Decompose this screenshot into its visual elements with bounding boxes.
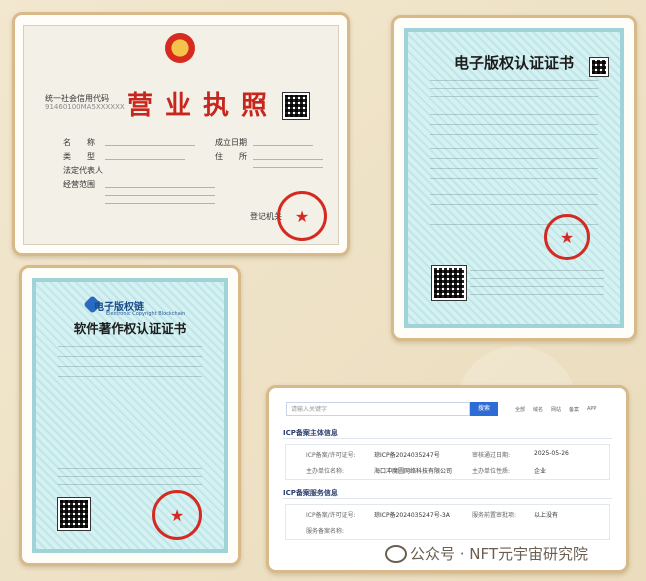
cert-row [58, 376, 202, 377]
software-seal-icon: ★ [152, 490, 202, 540]
cert-row [58, 346, 202, 347]
pre-approval-label: 服务前置审批项: [472, 512, 517, 519]
electronic-copyright-cert-card[interactable]: 电子版权认证证书 ★ [391, 15, 637, 341]
name-line [105, 145, 195, 146]
scope-line-2 [105, 195, 215, 196]
filter-filing[interactable]: 备案 [569, 406, 579, 413]
credit-code-value: 91460100MA5XXXXXX [45, 103, 125, 111]
filter-site[interactable]: 网站 [551, 406, 561, 413]
address-line-2 [253, 167, 323, 168]
type-label: 类 型 [63, 152, 95, 161]
watermark-text: 公众号 · NFT元宇宙研究院 [410, 545, 589, 563]
date-label: 成立日期 [215, 138, 247, 147]
organizer-label: 主办单位名称: [306, 468, 345, 475]
section-title-service: ICP备案服务信息 [283, 489, 338, 497]
search-input[interactable]: 请输入关键字 [286, 402, 470, 416]
cert-row [430, 134, 598, 135]
cert-row [430, 96, 598, 97]
cert-row [58, 366, 202, 367]
cert-row [58, 476, 202, 477]
cert-note-line [470, 270, 604, 271]
organizer-value: 海口冲魔圆网络科技有限公司 [374, 468, 453, 475]
cert-row [430, 178, 598, 179]
cert-row [430, 158, 598, 159]
search-button[interactable]: 搜索 [470, 402, 498, 416]
cert-note-line [470, 278, 604, 279]
cert-row [430, 114, 598, 115]
filter-app[interactable]: APP [587, 406, 596, 412]
software-qr-icon [57, 497, 91, 531]
business-license-card[interactable]: 营业执照 统一社会信用代码 91460100MA5XXXXXX 名 称 类 型 … [12, 12, 350, 256]
legal-rep-label: 法定代表人 [63, 166, 103, 175]
national-emblem-icon [165, 33, 195, 63]
section-divider [283, 438, 612, 439]
cert-row [430, 194, 598, 195]
approve-date-label: 审核通过日期: [472, 452, 511, 459]
license-title: 营业执照 [127, 91, 280, 121]
cert-row [430, 124, 598, 125]
subject-table: ICP备案/许可证号: 琼ICP备2024035247号 审核通过日期: 202… [285, 444, 610, 480]
copyright-qr-icon [431, 265, 467, 301]
approve-date-value: 2025-05-26 [534, 450, 569, 457]
section-title-subject: ICP备案主体信息 [283, 429, 338, 437]
cert-qr-small-icon [589, 57, 609, 77]
scope-line-3 [105, 203, 215, 204]
cert-row [430, 204, 598, 205]
service-name-label: 服务备案名称: [306, 528, 345, 535]
organizer-type-label: 主办单位性质: [472, 468, 511, 475]
software-cert-title: 软件著作权认证证书 [73, 321, 187, 336]
official-seal-icon: ★ [277, 191, 327, 241]
cert-row [58, 484, 202, 485]
name-label: 名 称 [63, 138, 95, 147]
date-line [253, 145, 313, 146]
address-label: 住 所 [215, 152, 247, 161]
service-table: ICP备案/许可证号: 琼ICP备2024035247号-3A 服务前置审批项:… [285, 504, 610, 540]
copyright-seal-icon: ★ [544, 214, 590, 260]
cert-note-line [470, 294, 604, 295]
filter-domain[interactable]: 域名 [533, 406, 543, 413]
cert-row [58, 356, 202, 357]
service-icp-value: 琼ICP备2024035247号-3A [374, 512, 450, 519]
filter-all[interactable]: 全部 [515, 406, 525, 413]
type-line [105, 159, 185, 160]
software-copyright-cert-card[interactable]: 电子版权链 Electronic Copyright Blockchain 软件… [19, 265, 241, 566]
cert-row [58, 468, 202, 469]
cert-note-line [470, 286, 604, 287]
icp-number-value: 琼ICP备2024035247号 [374, 452, 440, 459]
service-icp-label: ICP备案/许可证号: [306, 512, 356, 519]
cert-row [430, 80, 598, 81]
scope-label: 经营范围 [63, 180, 95, 189]
pre-approval-value: 以上没有 [534, 512, 559, 519]
address-line-1 [253, 159, 323, 160]
icp-number-label: ICP备案/许可证号: [306, 452, 356, 459]
cert-row [430, 88, 598, 89]
section-divider [283, 498, 612, 499]
wechat-icon [385, 545, 407, 563]
cert-row [430, 168, 598, 169]
organizer-type-value: 企业 [534, 468, 547, 475]
brand-subtitle: Electronic Copyright Blockchain [106, 311, 186, 317]
cert-row [430, 148, 598, 149]
license-qr-icon [282, 92, 310, 120]
scope-line-1 [105, 187, 215, 188]
